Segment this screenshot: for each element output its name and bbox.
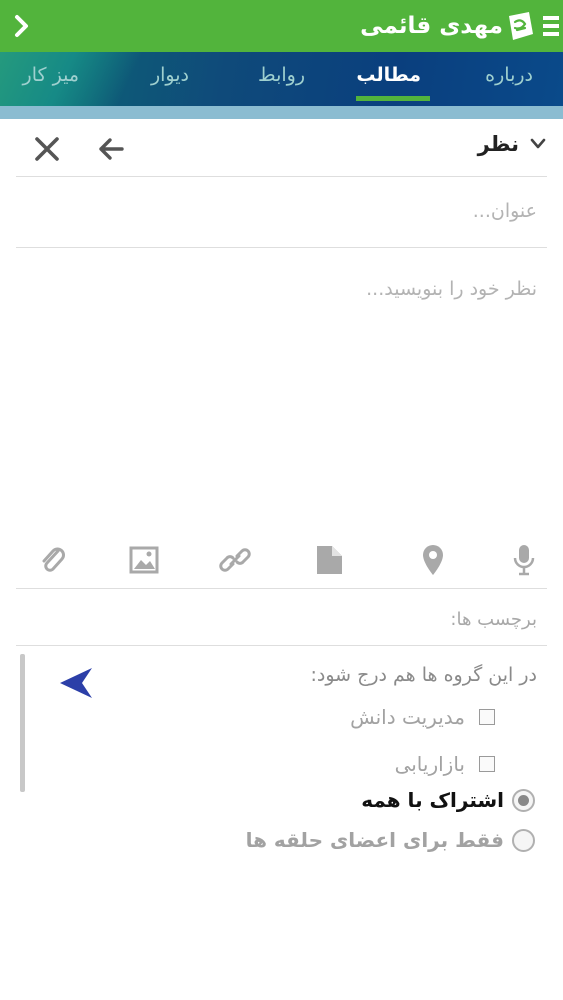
location-icon[interactable] <box>420 543 446 577</box>
active-tab-indicator <box>356 96 430 101</box>
divider <box>16 247 547 248</box>
post-type-label: نظر <box>477 132 519 156</box>
arrow-left-icon[interactable] <box>96 134 126 164</box>
group-checkbox[interactable] <box>479 756 495 772</box>
header-strip <box>0 106 563 119</box>
tab-posts[interactable]: مطالب <box>356 64 421 86</box>
top-bar: مهدی قائمی <box>0 0 563 52</box>
share-option[interactable]: فقط برای اعضای حلقه ها <box>246 828 535 852</box>
share-label: فقط برای اعضای حلقه ها <box>245 828 504 852</box>
share-radio-selected[interactable] <box>512 788 535 812</box>
chevron-down-icon <box>530 138 546 149</box>
tab-connections[interactable]: روابط <box>258 64 305 86</box>
title-input[interactable]: عنوان... <box>473 200 537 222</box>
post-type-selector[interactable]: نظر <box>478 132 547 156</box>
composer-header: نظر <box>0 120 563 176</box>
share-radio[interactable] <box>512 828 535 852</box>
profile-tabs: درباره مطالب روابط دیوار میز کار <box>0 52 563 106</box>
hamburger-menu-icon[interactable] <box>541 14 561 38</box>
divider <box>16 645 547 646</box>
groups-scrollbar[interactable] <box>20 654 25 792</box>
group-checkbox[interactable] <box>479 709 495 725</box>
tags-input[interactable]: برچسب ها: <box>450 609 537 630</box>
document-icon[interactable] <box>314 544 344 576</box>
user-name: مهدی قائمی <box>360 13 503 39</box>
group-option[interactable]: بازاریابی <box>395 752 495 776</box>
chevron-right-icon[interactable] <box>6 10 38 42</box>
send-icon[interactable] <box>58 666 94 700</box>
attachment-icon[interactable] <box>38 544 68 576</box>
group-label: مدیریت دانش <box>350 705 465 729</box>
tab-wall[interactable]: دیوار <box>151 64 189 86</box>
link-icon[interactable] <box>219 544 251 576</box>
tab-about[interactable]: درباره <box>485 64 533 86</box>
groups-heading: در این گروه ها هم درج شود: <box>310 664 537 686</box>
comment-placeholder: نظر خود را بنویسید... <box>366 278 537 300</box>
group-option[interactable]: مدیریت دانش <box>350 705 495 729</box>
close-icon[interactable] <box>32 134 62 164</box>
app-logo-icon <box>503 8 537 44</box>
share-option[interactable]: اشتراک با همه <box>361 788 535 812</box>
image-icon[interactable] <box>128 544 160 576</box>
divider <box>16 176 547 177</box>
tab-desk[interactable]: میز کار <box>23 64 79 86</box>
comment-textarea[interactable]: نظر خود را بنویسید... <box>16 250 547 530</box>
share-label: اشتراک با همه <box>361 788 504 812</box>
divider <box>16 588 547 589</box>
group-label: بازاریابی <box>394 752 465 776</box>
microphone-icon[interactable] <box>512 543 536 577</box>
